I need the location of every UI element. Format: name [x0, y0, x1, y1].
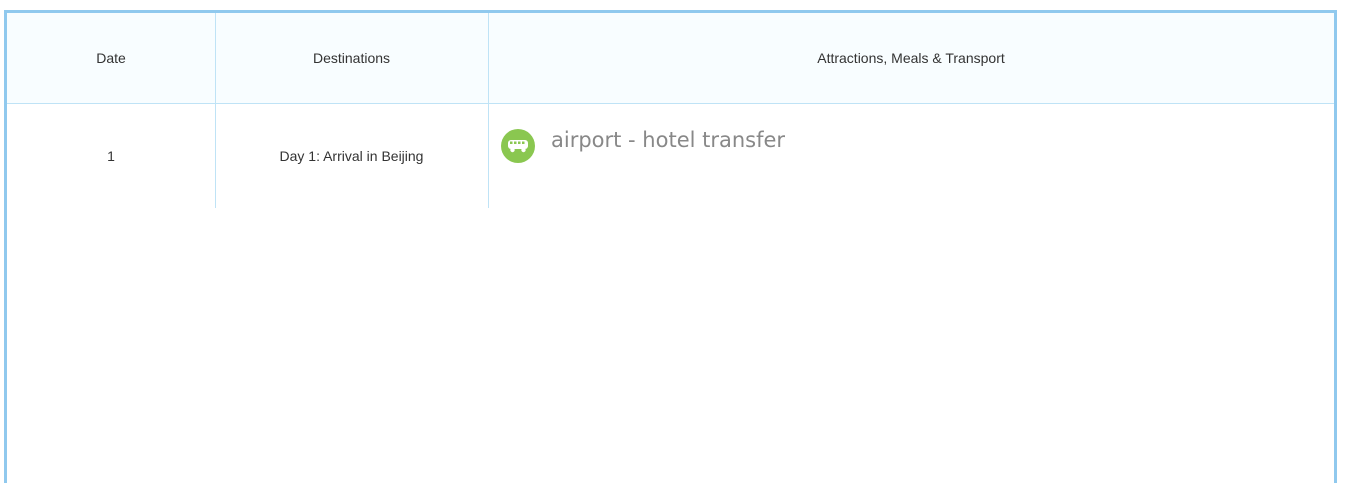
header-attractions: Attractions, Meals & Transport	[817, 50, 1005, 66]
itinerary-table: Date Destinations Attractions, Meals & T…	[4, 10, 1337, 483]
row-destination: Day 1: Arrival in Beijing	[279, 148, 424, 164]
transport-item: airport - hotel transfer	[501, 128, 786, 163]
table-header-row: Date Destinations Attractions, Meals & T…	[7, 13, 1334, 104]
header-date: Date	[96, 50, 126, 66]
row-attractions: airport - hotel transfer	[488, 104, 1334, 208]
row-date: 1	[107, 148, 115, 164]
table-row: 1 Day 1: Arrival in Beijing airport - ho…	[7, 104, 1334, 208]
transport-label: airport - hotel transfer	[551, 128, 786, 152]
header-destinations: Destinations	[312, 50, 391, 66]
bus-icon	[501, 129, 535, 163]
